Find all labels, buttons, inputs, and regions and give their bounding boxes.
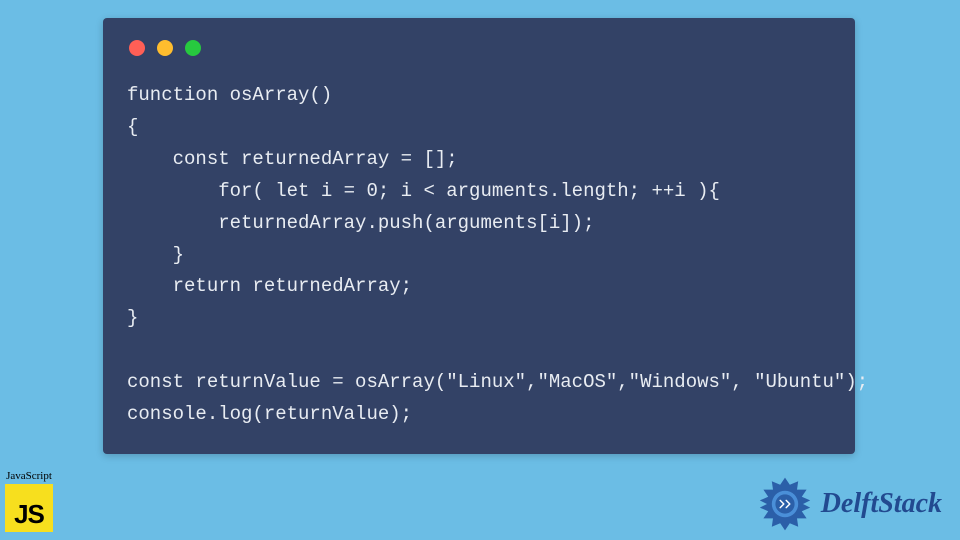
delftstack-name: DelftStack bbox=[821, 488, 942, 520]
minimize-icon bbox=[157, 40, 173, 56]
close-icon bbox=[129, 40, 145, 56]
maximize-icon bbox=[185, 40, 201, 56]
delftstack-brand: DelftStack bbox=[755, 474, 942, 534]
delftstack-logo-icon bbox=[755, 474, 815, 534]
code-window: function osArray() { const returnedArray… bbox=[103, 18, 855, 454]
javascript-logo-icon: JS bbox=[5, 484, 53, 532]
javascript-badge: JavaScript JS bbox=[0, 470, 58, 532]
code-block: function osArray() { const returnedArray… bbox=[103, 56, 855, 431]
traffic-lights bbox=[103, 18, 855, 56]
javascript-label: JavaScript bbox=[0, 470, 58, 482]
